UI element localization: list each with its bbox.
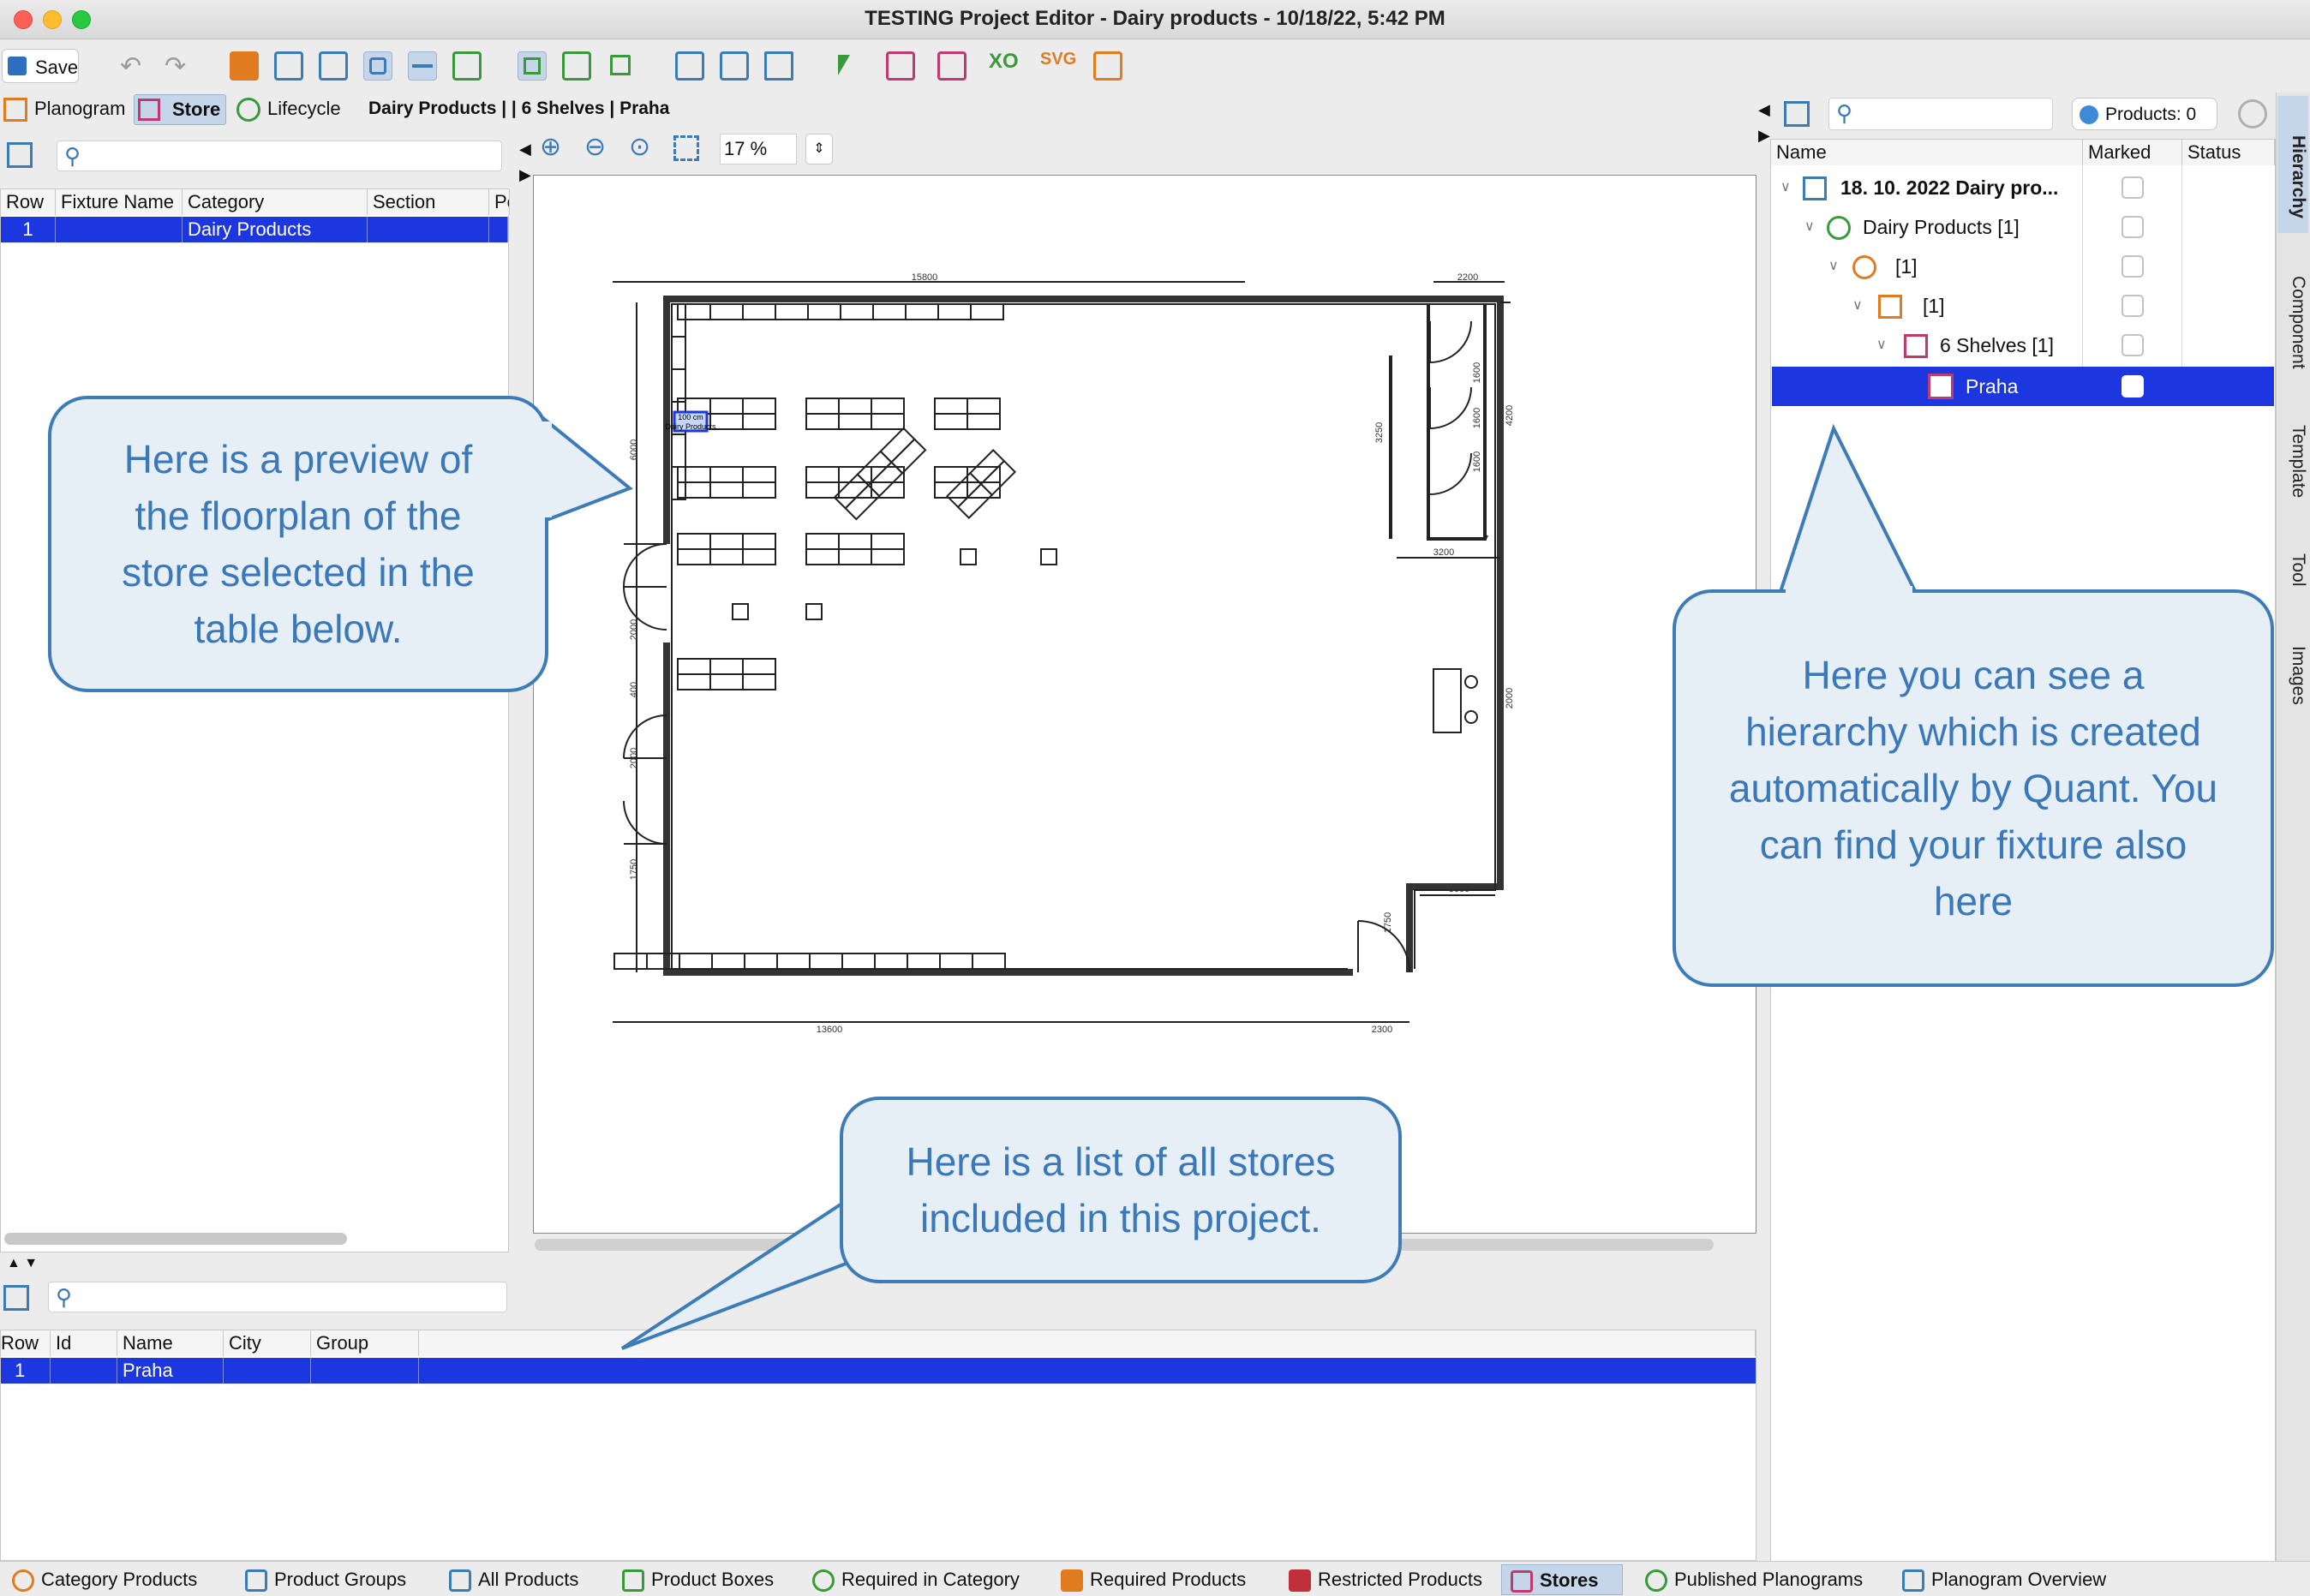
callout-seam <box>540 421 552 517</box>
required-products-icon <box>1061 1569 1083 1592</box>
tab-all-products[interactable]: All Products <box>440 1564 578 1595</box>
all-products-icon <box>449 1569 471 1592</box>
tab-label: Planogram Overview <box>1931 1569 2107 1590</box>
tab-planogram-overview[interactable]: Planogram Overview <box>1894 1564 2106 1595</box>
callout-floorplan: Here is a preview of the floorplan of th… <box>48 396 548 692</box>
required-in-category-icon <box>812 1569 835 1592</box>
tab-product-groups[interactable]: Product Groups <box>236 1564 406 1595</box>
planogram-overview-icon <box>1902 1569 1924 1592</box>
tab-product-boxes[interactable]: Product Boxes <box>613 1564 774 1595</box>
product-groups-icon <box>245 1569 267 1592</box>
tab-category-products[interactable]: Category Products <box>3 1564 197 1595</box>
tab-label: All Products <box>478 1569 579 1590</box>
callout-stores-text: Here is a list of all stores included in… <box>906 1139 1336 1240</box>
callout-seam <box>1786 586 1912 598</box>
callout-hierarchy: Here you can see a hierarchy which is cr… <box>1673 589 2274 987</box>
tab-required-products[interactable]: Required Products <box>1052 1564 1246 1595</box>
callout-floorplan-text: Here is a preview of the floorplan of th… <box>122 437 475 651</box>
callout-stores: Here is a list of all stores included in… <box>840 1097 1402 1283</box>
product-boxes-icon <box>622 1569 644 1592</box>
tab-label: Category Products <box>41 1569 198 1590</box>
callout-hierarchy-text: Here you can see a hierarchy which is cr… <box>1728 653 2218 924</box>
tab-stores[interactable]: Stores <box>1501 1564 1623 1595</box>
tab-label: Product Boxes <box>651 1569 775 1590</box>
tab-label: Required Products <box>1090 1569 1247 1590</box>
tab-published-planograms[interactable]: Published Planograms <box>1637 1564 1863 1595</box>
category-products-icon <box>12 1569 34 1592</box>
published-planograms-icon <box>1645 1569 1667 1592</box>
tab-label: Stores <box>1540 1569 1599 1591</box>
tab-label: Required in Category <box>841 1569 1020 1590</box>
stores-icon <box>1511 1570 1533 1593</box>
tab-label: Restricted Products <box>1318 1569 1482 1590</box>
restricted-products-icon <box>1289 1569 1311 1592</box>
callout-seam <box>843 1208 855 1242</box>
tab-label: Published Planograms <box>1674 1569 1864 1590</box>
tab-label: Product Groups <box>274 1569 407 1590</box>
tab-restricted-products[interactable]: Restricted Products <box>1280 1564 1482 1595</box>
tab-required-in-category[interactable]: Required in Category <box>804 1564 1020 1595</box>
